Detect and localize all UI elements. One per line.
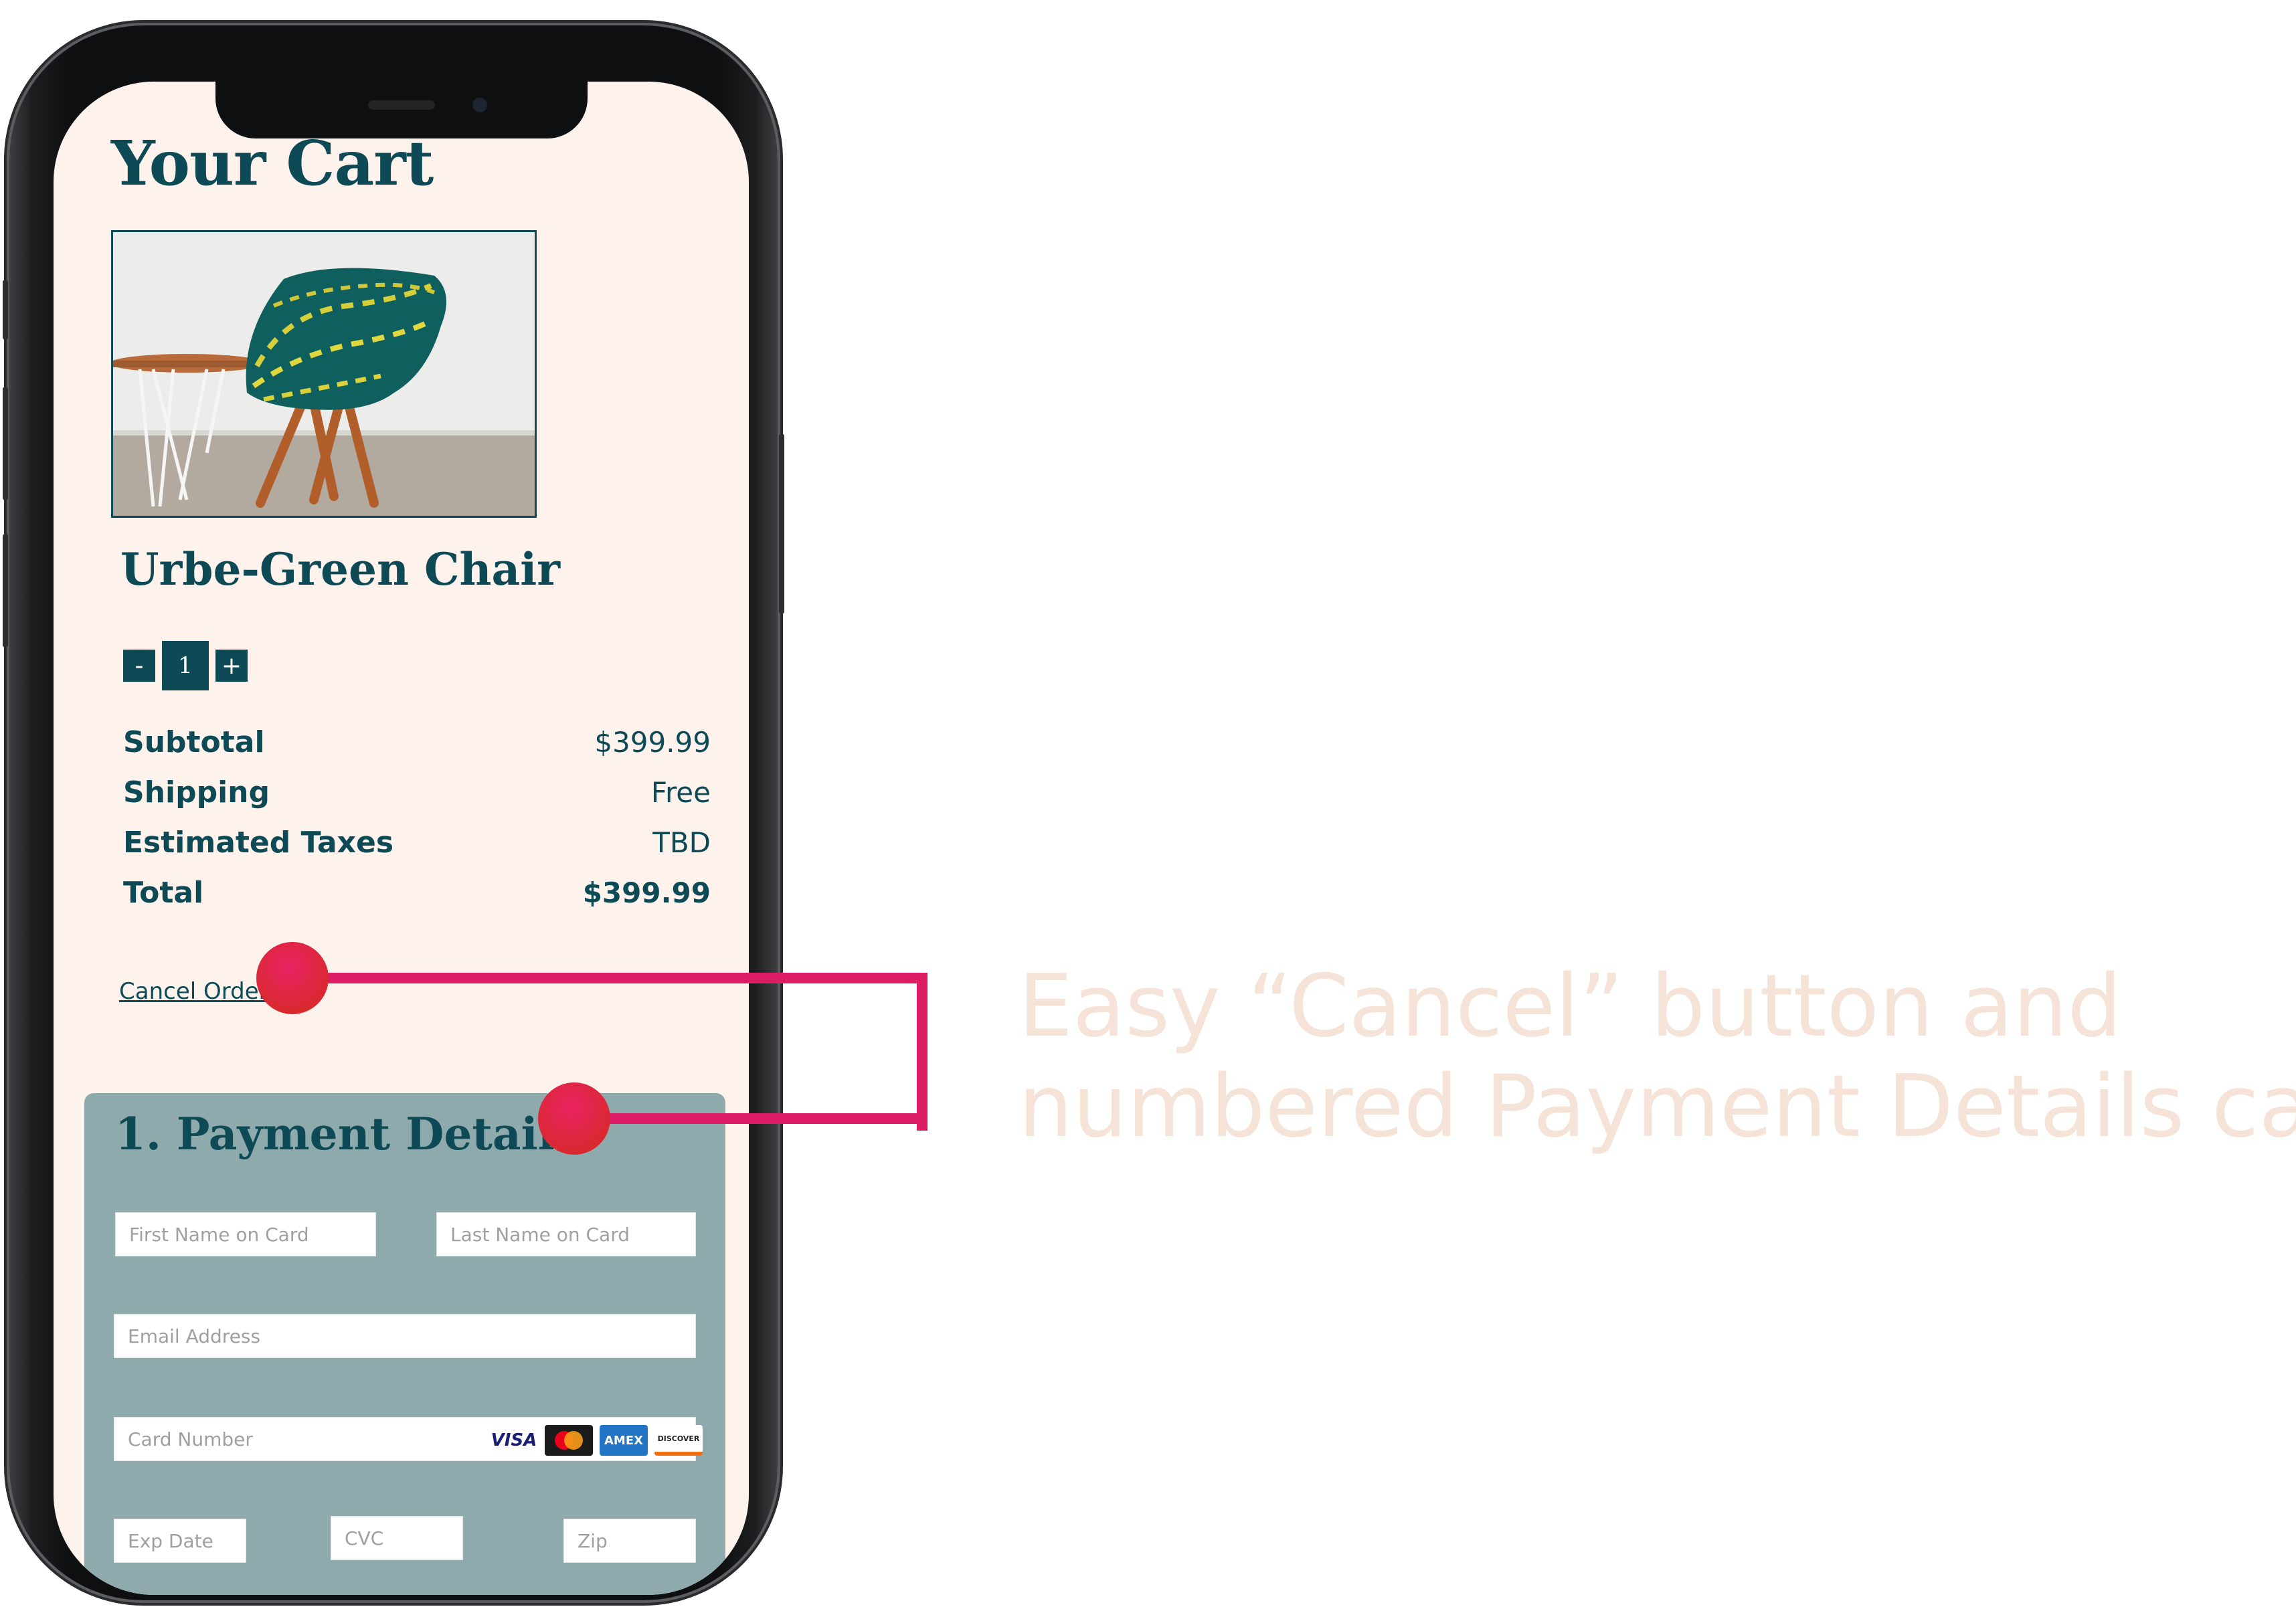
front-camera <box>472 98 487 112</box>
phone-frame: Your Cart Urbe-Green Chair - 1 + Subtota… <box>3 25 784 1600</box>
summary-label: Total <box>123 876 204 910</box>
callout-marker-cancel <box>256 942 329 1014</box>
volume-up-button <box>3 387 8 500</box>
summary-value: TBD <box>652 826 711 859</box>
email-field[interactable] <box>114 1314 696 1358</box>
summary-label: Shipping <box>123 775 270 810</box>
product-image <box>111 230 537 518</box>
quantity-stepper: - 1 + <box>123 641 248 690</box>
payment-details-title: 1. Payment Details <box>115 1108 580 1160</box>
volume-down-button <box>3 534 8 648</box>
annotation-caption: Easy “Cancel” button and numbered Paymen… <box>1019 957 2296 1157</box>
exp-date-field[interactable] <box>114 1519 246 1563</box>
zip-field[interactable] <box>563 1519 696 1563</box>
visa-icon: VISA <box>490 1425 538 1456</box>
chair-illustration <box>113 232 535 516</box>
mastercard-icon <box>545 1425 593 1456</box>
amex-icon: AMEX <box>600 1425 648 1456</box>
summary-label: Estimated Taxes <box>123 826 394 860</box>
discover-icon: DISCOVER <box>654 1425 703 1456</box>
summary-label: Subtotal <box>123 725 265 759</box>
payment-details-card: 1. Payment Details VISA AMEX <box>84 1093 725 1595</box>
callout-line-bottom <box>574 1113 928 1124</box>
power-button <box>779 434 784 614</box>
increment-button[interactable]: + <box>215 650 248 682</box>
visa-label: VISA <box>491 1430 537 1450</box>
speaker <box>368 100 435 110</box>
summary-value: $399.99 <box>594 726 711 759</box>
cancel-order-link[interactable]: Cancel Order <box>119 978 268 1005</box>
amex-label: AMEX <box>604 1433 644 1448</box>
decrement-button[interactable]: - <box>123 650 155 682</box>
order-summary: Subtotal $399.99 Shipping Free Estimated… <box>123 717 711 918</box>
summary-row-shipping: Shipping Free <box>123 767 711 818</box>
mastercard-circles <box>555 1431 583 1450</box>
summary-row-subtotal: Subtotal $399.99 <box>123 717 711 767</box>
callout-line-vertical <box>917 973 928 1131</box>
quantity-value[interactable]: 1 <box>162 641 209 690</box>
card-logos: VISA AMEX DISCOVER <box>490 1425 703 1456</box>
silent-switch <box>3 280 8 340</box>
annotation-line-2: numbered Payment Details card <box>1019 1057 2296 1157</box>
last-name-field[interactable] <box>436 1212 696 1256</box>
annotation-line-1: Easy “Cancel” button and <box>1019 957 2122 1056</box>
summary-value: Free <box>650 776 711 809</box>
cvc-field[interactable] <box>331 1516 463 1560</box>
product-name: Urbe-Green Chair <box>120 543 561 595</box>
summary-row-total: Total $399.99 <box>123 868 711 918</box>
summary-value: $399.99 <box>582 876 711 909</box>
phone-screen: Your Cart Urbe-Green Chair - 1 + Subtota… <box>54 82 749 1595</box>
notch <box>215 82 588 138</box>
discover-label: DISCOVER <box>657 1434 700 1443</box>
callout-marker-payment <box>538 1082 610 1155</box>
callout-line-top <box>293 973 928 983</box>
summary-row-taxes: Estimated Taxes TBD <box>123 818 711 868</box>
first-name-field[interactable] <box>115 1212 376 1256</box>
